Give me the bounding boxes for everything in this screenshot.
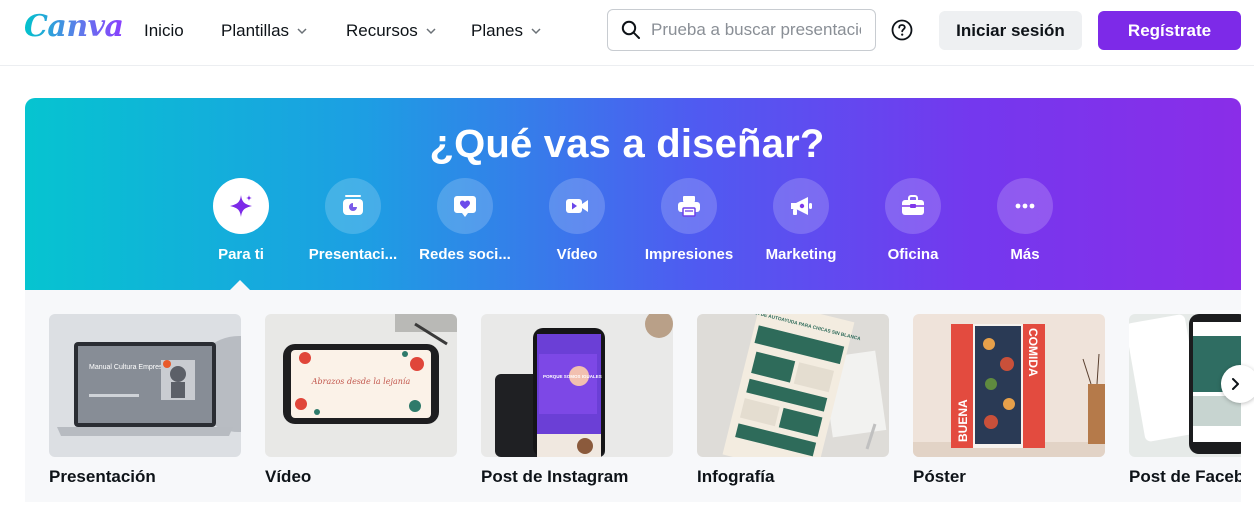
card-label: Póster [913,467,966,486]
category-circle [661,178,717,234]
chevron-down-icon [426,28,436,35]
card-label: Post de Instagram [481,467,629,486]
card-post-instagram[interactable]: PORQUE SOMOS IGUALES Post de Instagram [481,314,673,487]
category-label: Marketing [765,246,837,263]
hero-title: ¿Qué vas a diseñar? [429,122,825,166]
category-circle [437,178,493,234]
card-poster[interactable]: BUENA COMIDA Póster [913,314,1105,487]
sparkle-icon [230,195,252,217]
category-label: Para ti [218,246,264,263]
category-circle [549,178,605,234]
nav-plantillas[interactable]: Plantillas [221,21,307,41]
card-label: Infografía [697,467,775,486]
card-label: Post de Faceb [1129,467,1241,486]
card-thumbnail: GUÍA DE AUTOAYUDA PARA CHICAS SIN BLANCA [697,314,889,457]
category-mas[interactable]: Más [969,178,1081,263]
category-para-ti[interactable]: Para ti [185,178,297,263]
chevron-down-icon [297,28,307,35]
category-circle [885,178,941,234]
card-thumbnail: BUENA COMIDA [913,314,1105,457]
briefcase-icon [902,195,924,215]
printer-icon [678,196,700,217]
nav-planes-label: Planes [471,21,523,40]
category-label: Presentaci... [308,246,398,263]
category-redes-sociales[interactable]: Redes soci... [409,178,521,263]
chevron-right-icon [1232,378,1239,390]
category-video[interactable]: Vídeo [521,178,633,263]
category-label: Más [1010,246,1040,263]
nav-recursos[interactable]: Recursos [346,21,436,41]
category-circle [773,178,829,234]
card-presentacion[interactable]: Manual Cultura Empresarial Presentación [49,314,241,487]
nav-planes[interactable]: Planes [471,21,541,41]
category-impresiones[interactable]: Impresiones [633,178,745,263]
presentation-icon [343,195,363,215]
nav-recursos-label: Recursos [346,21,418,40]
category-label: Redes soci... [419,246,511,263]
svg-text:COMIDA: COMIDA [1026,328,1040,377]
card-thumbnail: Manual Cultura Empresarial [49,314,241,457]
card-infografia[interactable]: GUÍA DE AUTOAYUDA PARA CHICAS SIN BLANCA… [697,314,889,487]
more-dots-icon [1015,203,1035,209]
nav-inicio[interactable]: Inicio [144,21,184,41]
category-presentaciones[interactable]: Presentaci... [297,178,409,263]
thumb-text: PORQUE SOMOS IGUALES [543,374,602,379]
category-label: Vídeo [556,246,598,263]
category-circle [213,178,269,234]
login-button[interactable]: Iniciar sesión [939,11,1082,50]
card-video[interactable]: Abrazos desde la lejanía Vídeo [265,314,457,487]
active-category-pointer [230,280,250,290]
card-label: Presentación [49,467,156,486]
search-input[interactable] [651,20,861,40]
search-box[interactable] [607,9,876,51]
signup-button[interactable]: Regístrate [1098,11,1241,50]
category-oficina[interactable]: Oficina [857,178,969,263]
category-label: Impresiones [644,246,734,263]
category-circle [325,178,381,234]
card-post-facebook[interactable]: Post de Faceb [1129,314,1241,487]
canva-logo[interactable]: Canva [24,9,124,44]
card-thumbnail: Abrazos desde la lejanía [265,314,457,457]
category-marketing[interactable]: Marketing [745,178,857,263]
video-camera-icon [566,199,588,213]
heart-chat-icon [454,196,476,217]
category-label: Oficina [887,246,939,263]
chevron-down-icon [531,28,541,35]
top-navbar: Canva Inicio Plantillas Recursos Planes … [0,0,1254,66]
megaphone-icon [791,197,812,215]
svg-text:BUENA: BUENA [956,399,970,442]
carousel-next-button[interactable] [1221,365,1254,403]
card-label: Vídeo [265,467,312,486]
thumb-text: Abrazos desde la lejanía [311,377,411,386]
card-thumbnail: PORQUE SOMOS IGUALES [481,314,673,457]
help-icon[interactable] [891,19,913,41]
nav-inicio-label: Inicio [144,21,184,40]
category-circle [997,178,1053,234]
nav-plantillas-label: Plantillas [221,21,290,40]
search-icon [621,20,640,39]
